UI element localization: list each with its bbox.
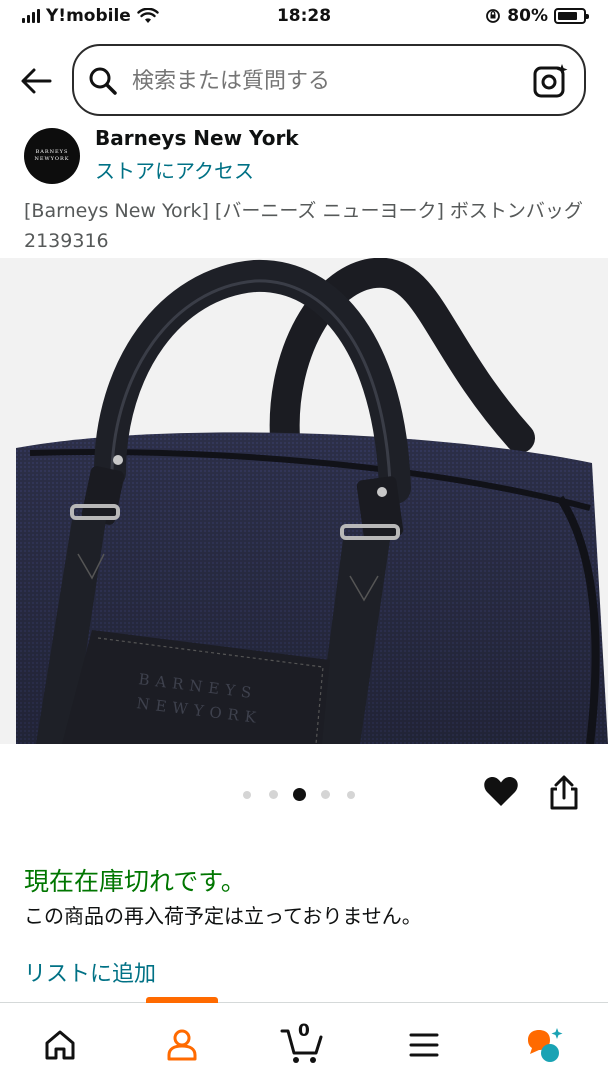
- bottom-navigation: 0: [0, 997, 608, 1080]
- search-input[interactable]: [132, 64, 512, 98]
- carousel-dot[interactable]: [320, 790, 330, 799]
- carousel-dot[interactable]: [243, 791, 251, 799]
- boston-bag-photo: BARNEYS NEWYORK: [16, 258, 608, 744]
- battery-percent: 80%: [507, 6, 548, 26]
- stock-status: 現在在庫切れです。: [24, 867, 246, 896]
- search-icon: [89, 67, 117, 95]
- visit-store-link[interactable]: ストアにアクセス: [95, 155, 254, 184]
- nav-home[interactable]: [38, 1023, 82, 1067]
- search-bar[interactable]: [72, 44, 586, 116]
- product-title: [Barneys New York] [バーニーズ ニューヨーク] ボストンバッ…: [24, 200, 583, 252]
- store-logo[interactable]: BARNEYS NEWYORK: [24, 128, 80, 184]
- menu-icon: [409, 1033, 439, 1057]
- cart-count-badge: 0: [298, 1021, 310, 1041]
- store-logo-line-2: NEWYORK: [34, 156, 70, 162]
- orientation-lock-icon: [486, 9, 501, 23]
- store-logo-line-1: BARNEYS: [35, 149, 69, 155]
- back-button[interactable]: [18, 64, 54, 98]
- battery-icon: [554, 8, 589, 24]
- product-image[interactable]: BARNEYS NEWYORK: [0, 258, 608, 744]
- carousel-dot-active[interactable]: [292, 788, 306, 801]
- wishlist-heart-icon[interactable]: [482, 772, 520, 810]
- nav-assistant[interactable]: [522, 1023, 566, 1067]
- camera-search-icon[interactable]: [532, 62, 570, 100]
- store-name[interactable]: Barneys New York: [95, 126, 299, 150]
- carousel-dot[interactable]: [347, 791, 355, 799]
- status-bar-right: 80%: [485, 6, 589, 26]
- restock-note: この商品の再入荷予定は立っておりません。: [24, 904, 422, 928]
- profile-icon: [167, 1029, 197, 1061]
- carousel-dot[interactable]: [268, 790, 278, 799]
- nav-menu[interactable]: [402, 1023, 446, 1067]
- add-to-list-link[interactable]: リストに追加: [24, 956, 156, 988]
- back-arrow-icon: [21, 68, 52, 94]
- nav-cart[interactable]: 0: [280, 1021, 324, 1067]
- active-tab-indicator: [146, 997, 218, 1003]
- share-icon[interactable]: [546, 774, 582, 812]
- ai-assistant-icon: [528, 1028, 563, 1062]
- status-bar: Y!mobile 18:28 80%: [0, 0, 608, 34]
- nav-profile[interactable]: [160, 1023, 204, 1067]
- home-icon: [45, 1030, 75, 1060]
